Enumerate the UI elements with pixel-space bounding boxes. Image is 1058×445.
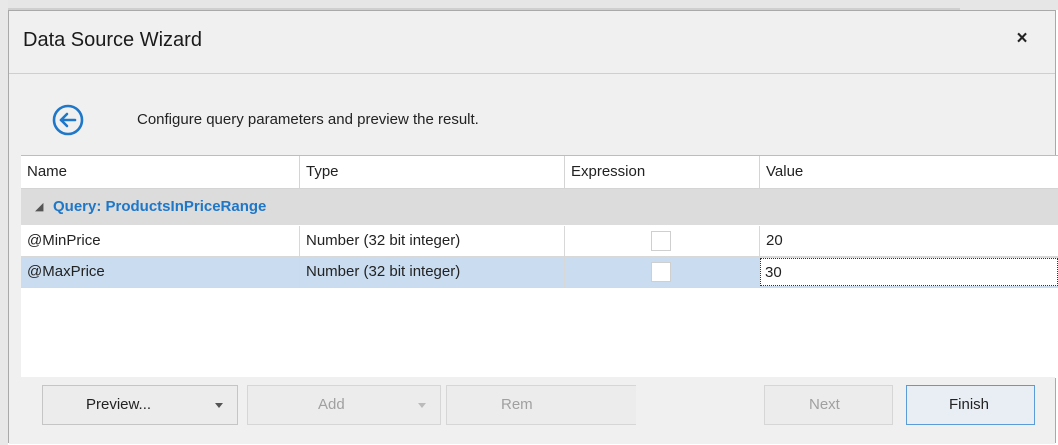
add-button-label: Add xyxy=(318,396,345,413)
column-header-name[interactable]: Name xyxy=(21,156,300,188)
cell-name: @MinPrice xyxy=(21,226,300,256)
arrow-left-circle-icon xyxy=(52,104,84,136)
column-header-expression[interactable]: Expression xyxy=(565,156,760,188)
finish-button-label: Finish xyxy=(949,396,990,413)
cell-name: @MaxPrice xyxy=(21,257,300,287)
table-row[interactable]: @MaxPrice Number (32 bit integer) 30 xyxy=(21,257,1058,288)
value-editor[interactable]: 30 xyxy=(760,258,1058,286)
close-button[interactable]: × xyxy=(1011,27,1033,51)
preview-button[interactable]: Preview... xyxy=(42,385,238,425)
remove-button[interactable]: Rem xyxy=(446,385,636,425)
add-button[interactable]: Add xyxy=(247,385,441,425)
back-button[interactable] xyxy=(51,103,85,137)
cell-expression xyxy=(565,257,760,287)
group-row[interactable]: ◢ Query: ProductsInPriceRange xyxy=(21,189,1058,225)
expression-checkbox[interactable] xyxy=(651,231,671,251)
table-row[interactable]: @MinPrice Number (32 bit integer) 20 xyxy=(21,226,1058,257)
finish-button[interactable]: Finish xyxy=(906,385,1035,425)
column-header-value[interactable]: Value xyxy=(760,156,1058,188)
group-label: Query: ProductsInPriceRange xyxy=(53,198,267,215)
chevron-down-icon[interactable] xyxy=(215,403,223,408)
chevron-down-icon[interactable] xyxy=(418,403,426,408)
data-source-wizard-dialog: Data Source Wizard × Configure query par… xyxy=(8,10,1058,444)
title-bar: Data Source Wizard × xyxy=(9,11,1055,73)
next-button-label: Next xyxy=(809,396,840,413)
cell-value[interactable]: 30 xyxy=(760,257,1058,287)
expression-checkbox[interactable] xyxy=(651,262,671,282)
cell-type[interactable]: Number (32 bit integer) xyxy=(300,226,565,256)
dialog-title: Data Source Wizard xyxy=(23,29,202,51)
remove-button-label: Rem xyxy=(501,396,533,413)
grid-header: Name Type Expression Value xyxy=(21,156,1058,189)
cell-type[interactable]: Number (32 bit integer) xyxy=(300,257,565,287)
preview-button-label: Preview... xyxy=(86,396,152,413)
cell-expression xyxy=(565,226,760,256)
column-header-type[interactable]: Type xyxy=(300,156,565,188)
next-button[interactable]: Next xyxy=(764,385,893,425)
parameters-grid: Name Type Expression Value ◢ Query: Prod… xyxy=(21,155,1058,378)
collapse-triangle-icon[interactable]: ◢ xyxy=(35,200,43,213)
cell-value[interactable]: 20 xyxy=(760,226,1058,256)
wizard-instruction: Configure query parameters and preview t… xyxy=(137,111,479,128)
background-window-side xyxy=(0,0,8,445)
